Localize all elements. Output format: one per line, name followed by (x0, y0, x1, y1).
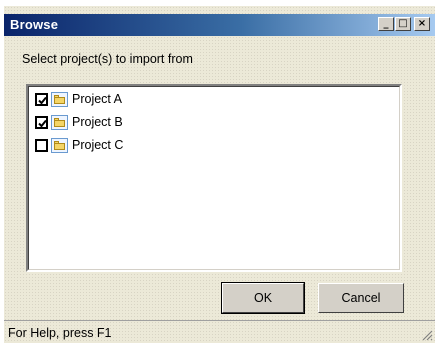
project-item-c[interactable]: Project C (35, 135, 123, 155)
window-title: Browse (10, 17, 59, 32)
title-bar[interactable]: Browse _ □ × (4, 14, 435, 36)
project-item-a[interactable]: Project A (35, 89, 122, 109)
cancel-button[interactable]: Cancel (318, 283, 404, 313)
project-c-checkbox[interactable] (35, 138, 48, 152)
project-b-checkbox[interactable] (35, 115, 48, 129)
close-icon: × (417, 18, 427, 29)
maximize-icon: □ (398, 18, 408, 29)
resize-grip-icon[interactable] (421, 329, 433, 341)
project-a-checkbox[interactable] (35, 92, 48, 106)
status-bar: For Help, press F1 (4, 320, 435, 343)
project-b-label: Project B (72, 115, 123, 129)
project-list[interactable]: Project A Project B Project C (26, 84, 402, 272)
project-item-b[interactable]: Project B (35, 112, 123, 132)
folder-icon (51, 91, 68, 107)
status-text: For Help, press F1 (8, 326, 112, 340)
minimize-button[interactable]: _ (378, 17, 394, 31)
minimize-icon: _ (383, 18, 389, 29)
checkmark-icon (38, 96, 47, 104)
ok-button[interactable]: OK (221, 282, 305, 314)
folder-icon (51, 137, 68, 153)
project-c-label: Project C (72, 138, 124, 152)
close-button[interactable]: × (414, 17, 430, 31)
browse-dialog: Browse _ □ × Select project(s) to import… (4, 6, 435, 343)
checkmark-icon (38, 119, 47, 127)
folder-icon (51, 114, 68, 130)
instruction-label: Select project(s) to import from (22, 52, 193, 66)
project-a-label: Project A (72, 92, 123, 106)
maximize-button[interactable]: □ (395, 17, 411, 31)
